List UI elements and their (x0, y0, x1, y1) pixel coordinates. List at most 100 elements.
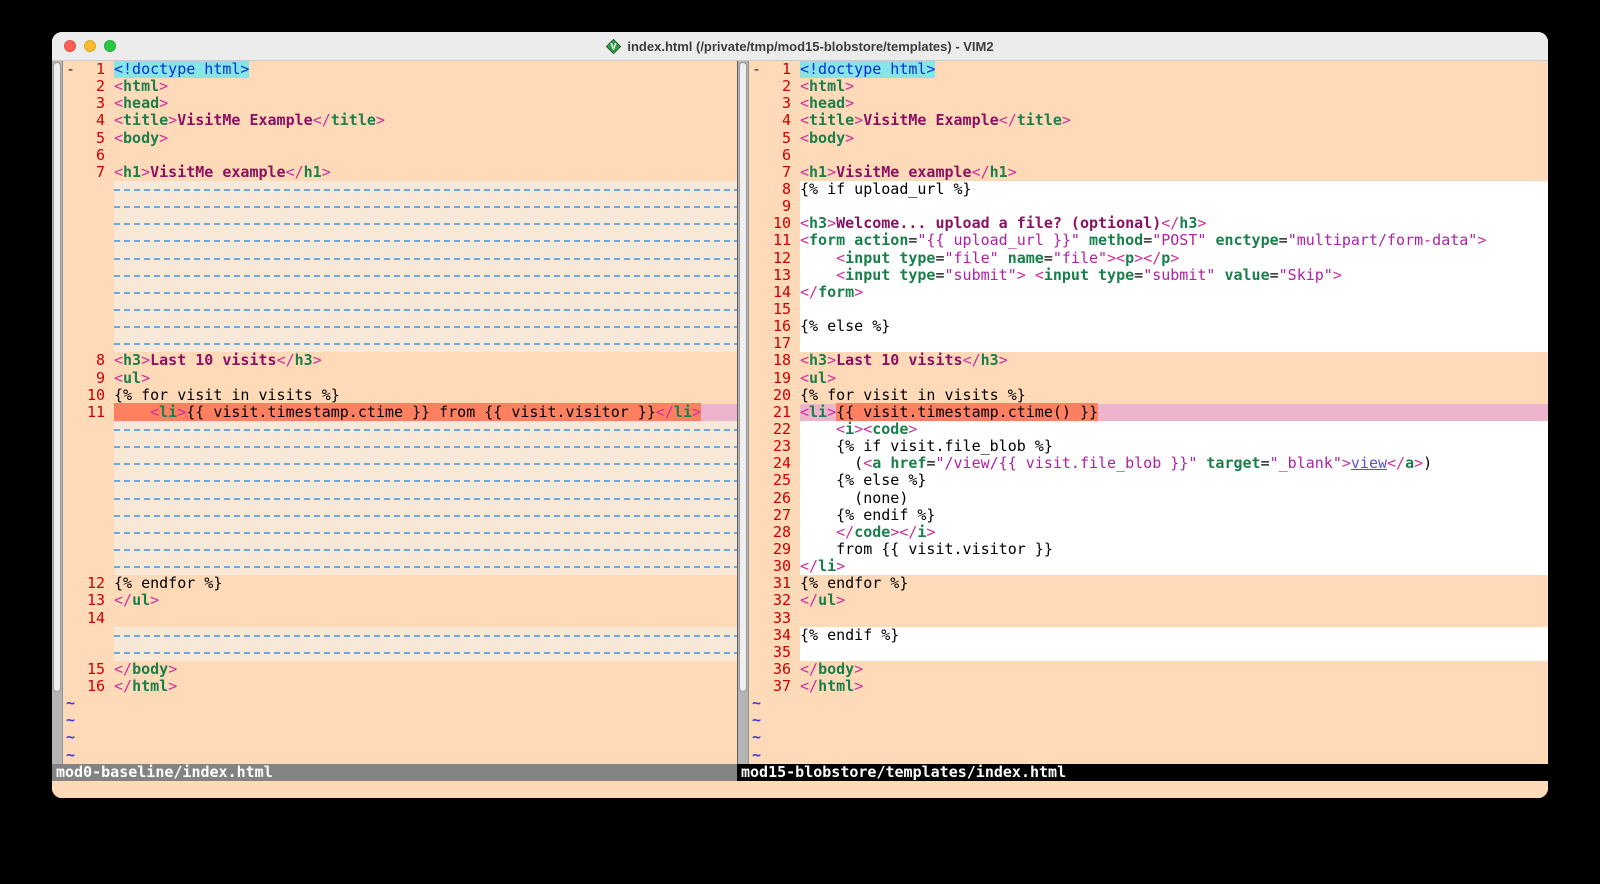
diff-filler-row (63, 558, 737, 575)
fold-column (749, 301, 764, 318)
syntax-token: li (809, 403, 827, 421)
line-number: 27 (764, 507, 791, 524)
right-pane-buffer[interactable]: -1<!doctype html>2<html>3<head>4<title>V… (749, 61, 1548, 764)
command-line[interactable] (52, 781, 1548, 798)
minimize-button[interactable] (84, 40, 96, 52)
line-text: <!doctype html> (114, 61, 737, 78)
code-line: -1<!doctype html> (749, 61, 1548, 78)
syntax-token: h3 (809, 214, 827, 232)
diff-splits: -1<!doctype html>2<html>3<head>4<title>V… (52, 61, 1548, 781)
line-number: 1 (78, 61, 105, 78)
diff-filler-row (63, 232, 737, 249)
code-line: 15 (749, 301, 1548, 318)
syntax-token: = (1044, 249, 1053, 267)
fold-column (749, 95, 764, 112)
line-text: </html> (114, 678, 737, 695)
line-number: 28 (764, 524, 791, 541)
diff-filler-row (63, 627, 737, 644)
syntax-token: <!doctype html> (800, 61, 935, 78)
syntax-token: > (1477, 231, 1486, 249)
line-number: 8 (78, 352, 105, 369)
line-text: <h1>VisitMe example</h1> (114, 164, 737, 181)
line-number (78, 472, 105, 489)
syntax-token: h3 (295, 351, 313, 369)
code-line: 31{% endfor %} (749, 575, 1548, 592)
syntax-token: "file" (1053, 249, 1107, 267)
left-scrollbar[interactable] (52, 61, 63, 764)
statusline-right[interactable]: mod15-blobstore/templates/index.html (737, 764, 1548, 781)
syntax-token: name (1008, 249, 1044, 267)
tilde-row: ~ (63, 747, 737, 764)
code-line: 10{% for visit in visits %} (63, 387, 737, 404)
code-line: 5<body> (63, 130, 737, 147)
line-number: 16 (78, 678, 105, 695)
syntax-token: </ (114, 677, 132, 695)
left-pane-buffer[interactable]: -1<!doctype html>2<html>3<head>4<title>V… (63, 61, 737, 764)
code-line: 24 (<a href="/view/{{ visit.file_blob }}… (749, 455, 1548, 472)
fold-column (63, 387, 78, 404)
fold-column (749, 490, 764, 507)
line-text (114, 541, 737, 558)
syntax-token: h1 (990, 163, 1008, 181)
syntax-token: "_blank" (1270, 454, 1342, 472)
syntax-token: "{{ upload_url }}" (917, 231, 1080, 249)
fold-column (749, 438, 764, 455)
left-scrollbar-thumb[interactable] (53, 62, 61, 692)
syntax-token: head (809, 94, 845, 112)
syntax-token: > (836, 557, 845, 575)
fold-column (749, 678, 764, 695)
syntax-token: ) (1423, 454, 1432, 472)
code-line: 15</body> (63, 661, 737, 678)
syntax-token: > (854, 111, 863, 129)
line-number: 12 (764, 250, 791, 267)
fold-column (63, 335, 78, 352)
fold-column (749, 147, 764, 164)
syntax-token: h3 (809, 351, 827, 369)
fold-column (63, 147, 78, 164)
window-title-text: index.html (/private/tmp/mod15-blobstore… (627, 39, 993, 54)
syntax-token: < (800, 403, 809, 421)
line-number: 22 (764, 421, 791, 438)
line-number: 8 (764, 181, 791, 198)
code-line: 14 (63, 610, 737, 627)
line-number (78, 198, 105, 215)
syntax-token: < (800, 369, 809, 387)
line-number (78, 421, 105, 438)
line-number: 6 (764, 147, 791, 164)
fold-column (63, 644, 78, 661)
tilde-row: ~ (749, 712, 1548, 729)
syntax-token: > (1333, 266, 1342, 284)
line-number (78, 267, 105, 284)
code-line: 2<html> (749, 78, 1548, 95)
line-text (114, 301, 737, 318)
fold-column (749, 335, 764, 352)
statusline-left[interactable]: mod0-baseline/index.html (52, 764, 737, 781)
line-text: <body> (800, 130, 1548, 147)
zoom-button[interactable] (104, 40, 116, 52)
right-scrollbar[interactable] (737, 61, 749, 764)
line-text: {% endif %} (800, 507, 1548, 524)
code-line: 3<head> (749, 95, 1548, 112)
syntax-token: ( (800, 454, 863, 472)
line-number (78, 438, 105, 455)
diff-filler-row (63, 267, 737, 284)
line-number: 25 (764, 472, 791, 489)
syntax-token: < (114, 129, 123, 147)
syntax-token: = (935, 266, 944, 284)
code-line: 37</html> (749, 678, 1548, 695)
fold-column (749, 455, 764, 472)
line-number: 2 (764, 78, 791, 95)
syntax-token: </ (972, 163, 990, 181)
syntax-token: > (141, 369, 150, 387)
syntax-token: > (836, 591, 845, 609)
close-button[interactable] (64, 40, 76, 52)
syntax-token: < (800, 231, 809, 249)
titlebar[interactable]: index.html (/private/tmp/mod15-blobstore… (52, 32, 1548, 61)
tilde-row: ~ (749, 747, 1548, 764)
right-scrollbar-thumb[interactable] (739, 62, 747, 692)
syntax-token: > (376, 111, 385, 129)
code-line: 34{% endif %} (749, 627, 1548, 644)
code-line: 13 <input type="submit"> <input type="su… (749, 267, 1548, 284)
code-line: 36</body> (749, 661, 1548, 678)
syntax-token: < (114, 351, 123, 369)
